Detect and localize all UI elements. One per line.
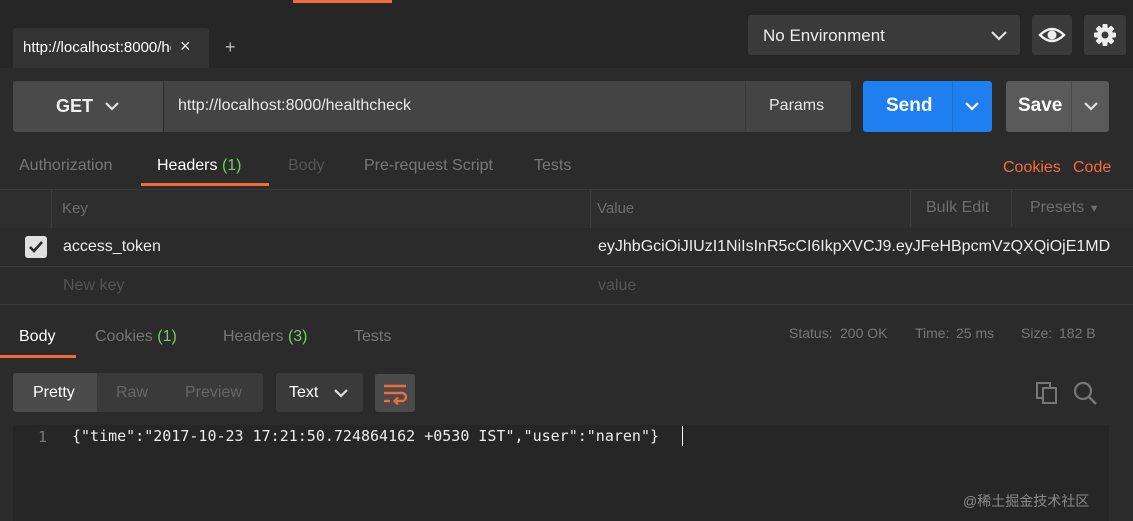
add-tab-icon[interactable]: + bbox=[225, 37, 236, 58]
response-tab-headers-count: (3) bbox=[287, 328, 308, 345]
checkmark-icon bbox=[29, 241, 43, 253]
environment-label: No Environment bbox=[763, 26, 885, 45]
close-tab-icon[interactable]: × bbox=[180, 36, 191, 57]
presets-label: Presets bbox=[1030, 199, 1085, 216]
time-label: Time: bbox=[915, 325, 950, 341]
cookies-link[interactable]: Cookies bbox=[1003, 159, 1061, 177]
quick-look-button[interactable] bbox=[1032, 15, 1072, 55]
response-tab-cookies-count: (1) bbox=[157, 328, 177, 345]
tab-pre-request-script[interactable]: Pre-request Script bbox=[364, 157, 493, 175]
search-icon[interactable] bbox=[1071, 379, 1099, 407]
watermark: @稀土掘金技术社区 bbox=[963, 493, 1090, 509]
response-tab-tests[interactable]: Tests bbox=[354, 328, 391, 346]
value-column-header: Value bbox=[597, 200, 635, 217]
chevron-down-icon[interactable] bbox=[963, 97, 981, 115]
active-tab-underline bbox=[141, 183, 269, 186]
save-divider bbox=[1071, 81, 1072, 132]
key-column-header: Key bbox=[62, 200, 88, 217]
header-key-cell[interactable]: access_token bbox=[63, 238, 161, 256]
response-tab-headers-label: Headers bbox=[223, 328, 284, 345]
active-tab-underline bbox=[0, 355, 76, 358]
caret-down-icon: ▼ bbox=[1088, 203, 1100, 215]
eye-icon bbox=[1038, 27, 1066, 43]
tab-headers[interactable]: Headers (1) bbox=[157, 157, 242, 175]
pretty-label: Pretty bbox=[33, 384, 75, 401]
gear-icon bbox=[1094, 24, 1116, 46]
header-value-cell[interactable]: eyJhbGciOiJIUzI1NiIsInR5cCI6IkpXVCJ9.eyJ… bbox=[598, 238, 1110, 256]
send-label: Send bbox=[886, 95, 933, 116]
settings-button[interactable] bbox=[1084, 15, 1126, 55]
top-accent-line bbox=[293, 0, 392, 3]
response-tab-cookies-label: Cookies bbox=[95, 328, 153, 345]
column-divider bbox=[910, 189, 911, 227]
wrap-lines-icon bbox=[384, 384, 408, 406]
size-label: Size: bbox=[1021, 325, 1053, 341]
send-divider bbox=[952, 81, 953, 132]
code-line[interactable]: {"time":"2017-10-23 17:21:50.724864162 +… bbox=[72, 427, 659, 445]
raw-button[interactable]: Raw bbox=[116, 384, 148, 402]
size-value: 182 B bbox=[1059, 325, 1096, 341]
status-label: Status: bbox=[789, 325, 833, 341]
url-text[interactable]: http://localhost:8000/healthcheck bbox=[178, 97, 411, 115]
response-tab-cookies[interactable]: Cookies (1) bbox=[95, 328, 177, 346]
table-row bbox=[0, 267, 1133, 305]
method-label: GET bbox=[56, 96, 94, 116]
copy-icon[interactable] bbox=[1034, 380, 1060, 406]
new-key-input[interactable]: New key bbox=[63, 277, 124, 295]
presets-dropdown[interactable]: Presets ▼ bbox=[1030, 199, 1100, 217]
header-enabled-checkbox[interactable] bbox=[25, 236, 47, 258]
chevron-down-icon[interactable] bbox=[332, 384, 350, 402]
wrap-lines-button[interactable] bbox=[375, 374, 415, 412]
format-label: Text bbox=[289, 384, 319, 401]
save-label: Save bbox=[1018, 95, 1063, 116]
new-value-input[interactable]: value bbox=[598, 277, 636, 295]
request-tab-label[interactable]: http://localhost:8000/healthcheck bbox=[23, 39, 171, 56]
chevron-down-icon[interactable] bbox=[102, 96, 122, 116]
bulk-edit-link[interactable]: Bulk Edit bbox=[926, 199, 989, 217]
status-value: 200 OK bbox=[840, 325, 888, 341]
tab-body[interactable]: Body bbox=[288, 157, 324, 175]
column-divider bbox=[1011, 189, 1012, 227]
code-link[interactable]: Code bbox=[1073, 159, 1111, 177]
tab-tests[interactable]: Tests bbox=[534, 157, 571, 175]
time-value: 25 ms bbox=[956, 325, 995, 341]
chevron-down-icon[interactable] bbox=[1082, 97, 1100, 115]
text-cursor bbox=[682, 426, 683, 446]
response-tab-body[interactable]: Body bbox=[19, 328, 55, 346]
tab-headers-count: (1) bbox=[221, 157, 242, 174]
preview-button[interactable]: Preview bbox=[185, 384, 242, 402]
tab-headers-label: Headers bbox=[157, 157, 218, 174]
tab-authorization[interactable]: Authorization bbox=[19, 157, 112, 175]
line-number: 1 bbox=[38, 428, 48, 446]
response-tab-headers[interactable]: Headers (3) bbox=[223, 328, 308, 346]
chevron-down-icon[interactable] bbox=[988, 24, 1010, 46]
params-label: Params bbox=[769, 97, 825, 114]
